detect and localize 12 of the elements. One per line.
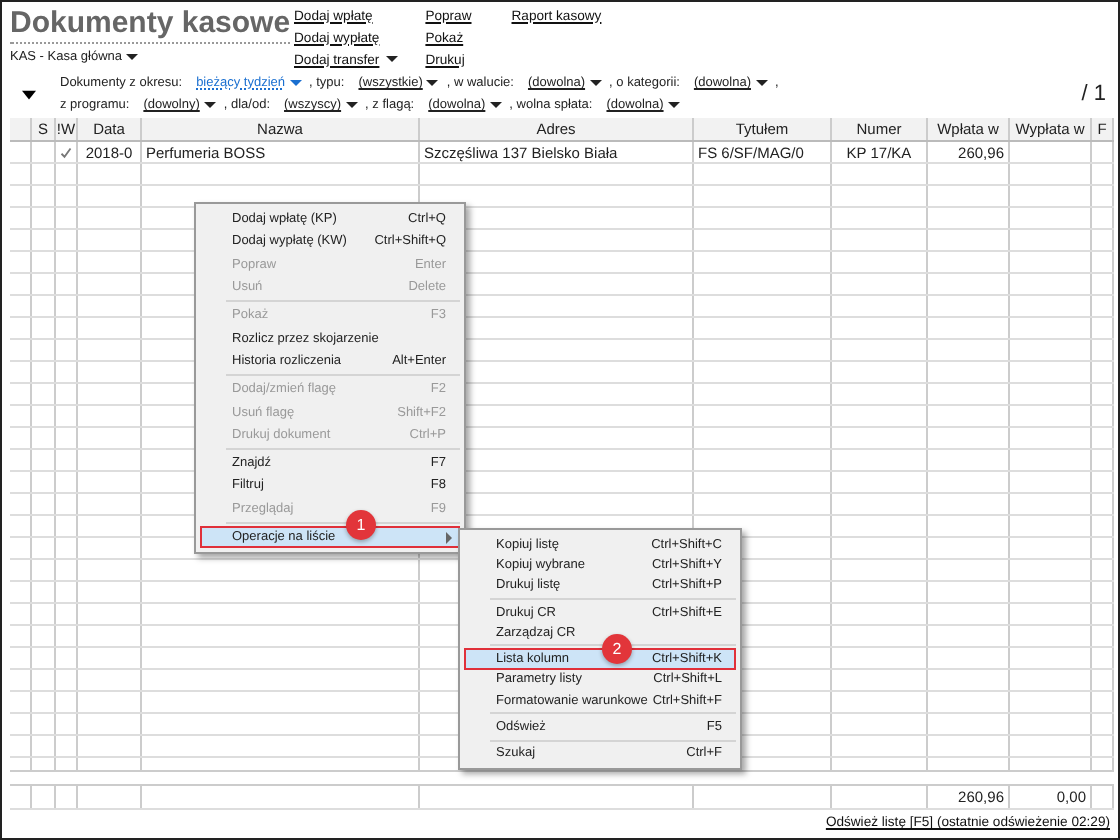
collapse-icon[interactable] — [22, 90, 36, 100]
caret-icon[interactable] — [385, 56, 398, 63]
page-title[interactable]: Dokumenty kasowe — [10, 6, 291, 44]
caret-icon[interactable] — [126, 54, 139, 60]
caret-icon[interactable] — [489, 101, 502, 108]
caret-icon[interactable] — [755, 79, 767, 86]
caret-icon[interactable] — [203, 101, 216, 108]
caret-icon[interactable] — [667, 101, 680, 108]
caret-icon[interactable] — [426, 79, 439, 86]
caret-icon[interactable] — [345, 101, 358, 108]
caret-icon[interactable] — [589, 79, 602, 86]
page-count: / 1 — [1081, 82, 1106, 106]
